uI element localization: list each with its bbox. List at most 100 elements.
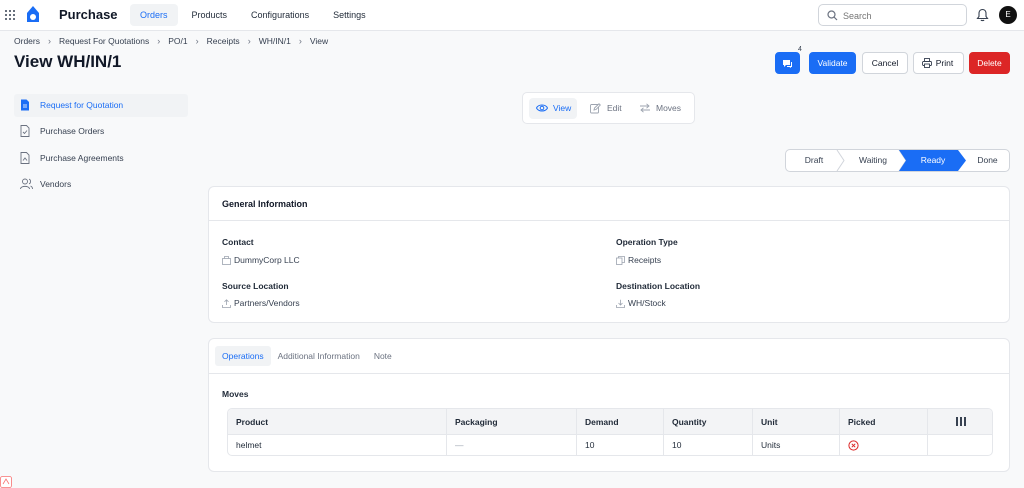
sidebar-item-label: Purchase Agreements: [40, 153, 124, 163]
column-header-product[interactable]: Product: [228, 409, 447, 434]
debug-bug-icon[interactable]: [0, 476, 12, 488]
search-input[interactable]: [843, 9, 958, 22]
sidebar-item-vendors[interactable]: Vendors: [14, 173, 188, 196]
moves-table: Product Packaging Demand Quantity Unit P…: [227, 408, 993, 456]
nav-configurations[interactable]: Configurations: [241, 4, 319, 26]
operations-card: Operations Additional Information Note M…: [208, 338, 1010, 472]
columns-icon: [956, 417, 966, 426]
breadcrumb-current: View: [309, 36, 329, 46]
breadcrumb: Orders › Request For Quotations › PO/1 ›…: [14, 36, 328, 46]
contact-label: Contact: [222, 237, 254, 247]
validate-button[interactable]: Validate: [809, 52, 856, 74]
chevron-right-icon: ›: [157, 36, 161, 46]
upload-icon: [222, 299, 231, 308]
bell-icon[interactable]: [976, 8, 989, 22]
nav-settings[interactable]: Settings: [323, 4, 376, 26]
operation-type-value[interactable]: Receipts: [616, 255, 661, 265]
source-location-label: Source Location: [222, 281, 289, 291]
cell-demand: 10: [577, 435, 664, 455]
chevron-right-icon: ›: [47, 36, 51, 46]
column-settings[interactable]: [928, 409, 992, 434]
chat-button[interactable]: [775, 52, 800, 74]
cell-packaging: —: [447, 435, 577, 455]
source-location-value-text: Partners/Vendors: [234, 298, 300, 308]
stage-ready[interactable]: Ready: [904, 150, 962, 171]
users-icon: [20, 178, 33, 190]
chat-count-badge: 4: [798, 46, 802, 53]
breadcrumb-rfq[interactable]: Request For Quotations: [59, 36, 149, 46]
chat-icon: [783, 60, 792, 68]
column-header-picked[interactable]: Picked: [840, 409, 928, 434]
tabs: Operations Additional Information Note: [215, 346, 399, 366]
document-icon: [21, 99, 29, 111]
table-row[interactable]: helmet — 10 10 Units: [228, 435, 992, 455]
mode-edit[interactable]: Edit: [583, 98, 628, 119]
destination-location-label: Destination Location: [616, 281, 701, 291]
app-grid-icon[interactable]: [5, 10, 15, 20]
stage-waiting[interactable]: Waiting: [844, 150, 902, 171]
sidebar-item-label: Purchase Orders: [40, 126, 105, 136]
cell-picked[interactable]: [840, 435, 928, 455]
cell-unit: Units: [753, 435, 840, 455]
nav-orders[interactable]: Orders: [130, 4, 178, 26]
download-icon: [616, 299, 625, 308]
page-title: View WH/IN/1: [14, 52, 122, 71]
column-header-packaging[interactable]: Packaging: [447, 409, 577, 434]
app-logo-icon: [27, 6, 39, 22]
column-header-quantity[interactable]: Quantity: [664, 409, 753, 434]
mode-view[interactable]: View: [529, 98, 578, 119]
chevron-right-icon: ›: [247, 36, 251, 46]
top-bar: Purchase Orders Products Configurations …: [0, 0, 1024, 31]
arrows-exchange-icon: [640, 103, 650, 113]
destination-location-value-text: WH/Stock: [628, 298, 666, 308]
tab-additional-information[interactable]: Additional Information: [271, 346, 367, 366]
tabs-divider: [209, 373, 1009, 374]
cell-empty: [928, 435, 992, 455]
stage-draft[interactable]: Draft: [786, 150, 842, 171]
document-check-icon: [20, 125, 30, 137]
operation-type-value-text: Receipts: [628, 255, 662, 265]
breadcrumb-receipts[interactable]: Receipts: [207, 36, 240, 46]
operation-type-label: Operation Type: [616, 237, 678, 247]
table-header-row: Product Packaging Demand Quantity Unit P…: [228, 409, 992, 435]
cell-product: helmet: [228, 435, 447, 455]
mode-view-label: View: [553, 103, 572, 113]
sidebar-item-purchase-orders[interactable]: Purchase Orders: [14, 120, 188, 143]
chevron-right-icon: ›: [298, 36, 302, 46]
print-button-label: Print: [935, 58, 954, 68]
main-nav: Orders Products Configurations Settings: [130, 4, 376, 26]
stage-done[interactable]: Done: [964, 150, 1009, 171]
contact-value[interactable]: DummyCorp LLC: [222, 255, 300, 265]
copy-icon: [616, 256, 625, 265]
nav-products[interactable]: Products: [182, 4, 238, 26]
breadcrumb-po[interactable]: PO/1: [168, 36, 187, 46]
pencil-icon: [590, 103, 601, 114]
breadcrumb-record[interactable]: WH/IN/1: [259, 36, 291, 46]
breadcrumb-orders[interactable]: Orders: [14, 36, 40, 46]
search-box[interactable]: [818, 4, 967, 26]
delete-button[interactable]: Delete: [969, 52, 1010, 74]
sidebar-item-label: Vendors: [40, 179, 72, 189]
user-avatar[interactable]: E: [999, 6, 1017, 24]
sidebar-item-label: Request for Quotation: [40, 100, 124, 110]
chevron-right-icon: ›: [195, 36, 199, 46]
general-information-title: General Information: [209, 187, 1009, 221]
general-information-card: General Information Contact DummyCorp LL…: [208, 186, 1010, 323]
status-stages: Draft Waiting Ready Done: [785, 149, 1010, 172]
contact-value-text: DummyCorp LLC: [234, 255, 300, 265]
print-button[interactable]: Print: [913, 52, 964, 74]
sidebar-item-request-for-quotation[interactable]: Request for Quotation: [14, 94, 188, 117]
column-header-demand[interactable]: Demand: [577, 409, 664, 434]
sidebar-item-purchase-agreements[interactable]: Purchase Agreements: [14, 147, 188, 170]
mode-moves-label: Moves: [656, 103, 682, 113]
cancel-button[interactable]: Cancel: [862, 52, 908, 74]
tab-note[interactable]: Note: [367, 346, 399, 366]
tab-operations[interactable]: Operations: [215, 346, 271, 366]
app-title: Purchase: [59, 7, 118, 22]
column-header-unit[interactable]: Unit: [753, 409, 840, 434]
mode-moves[interactable]: Moves: [632, 98, 687, 119]
source-location-value[interactable]: Partners/Vendors: [222, 298, 300, 308]
not-picked-circle-icon[interactable]: [848, 440, 859, 451]
destination-location-value[interactable]: WH/Stock: [616, 298, 666, 308]
moves-title: Moves: [222, 389, 249, 399]
